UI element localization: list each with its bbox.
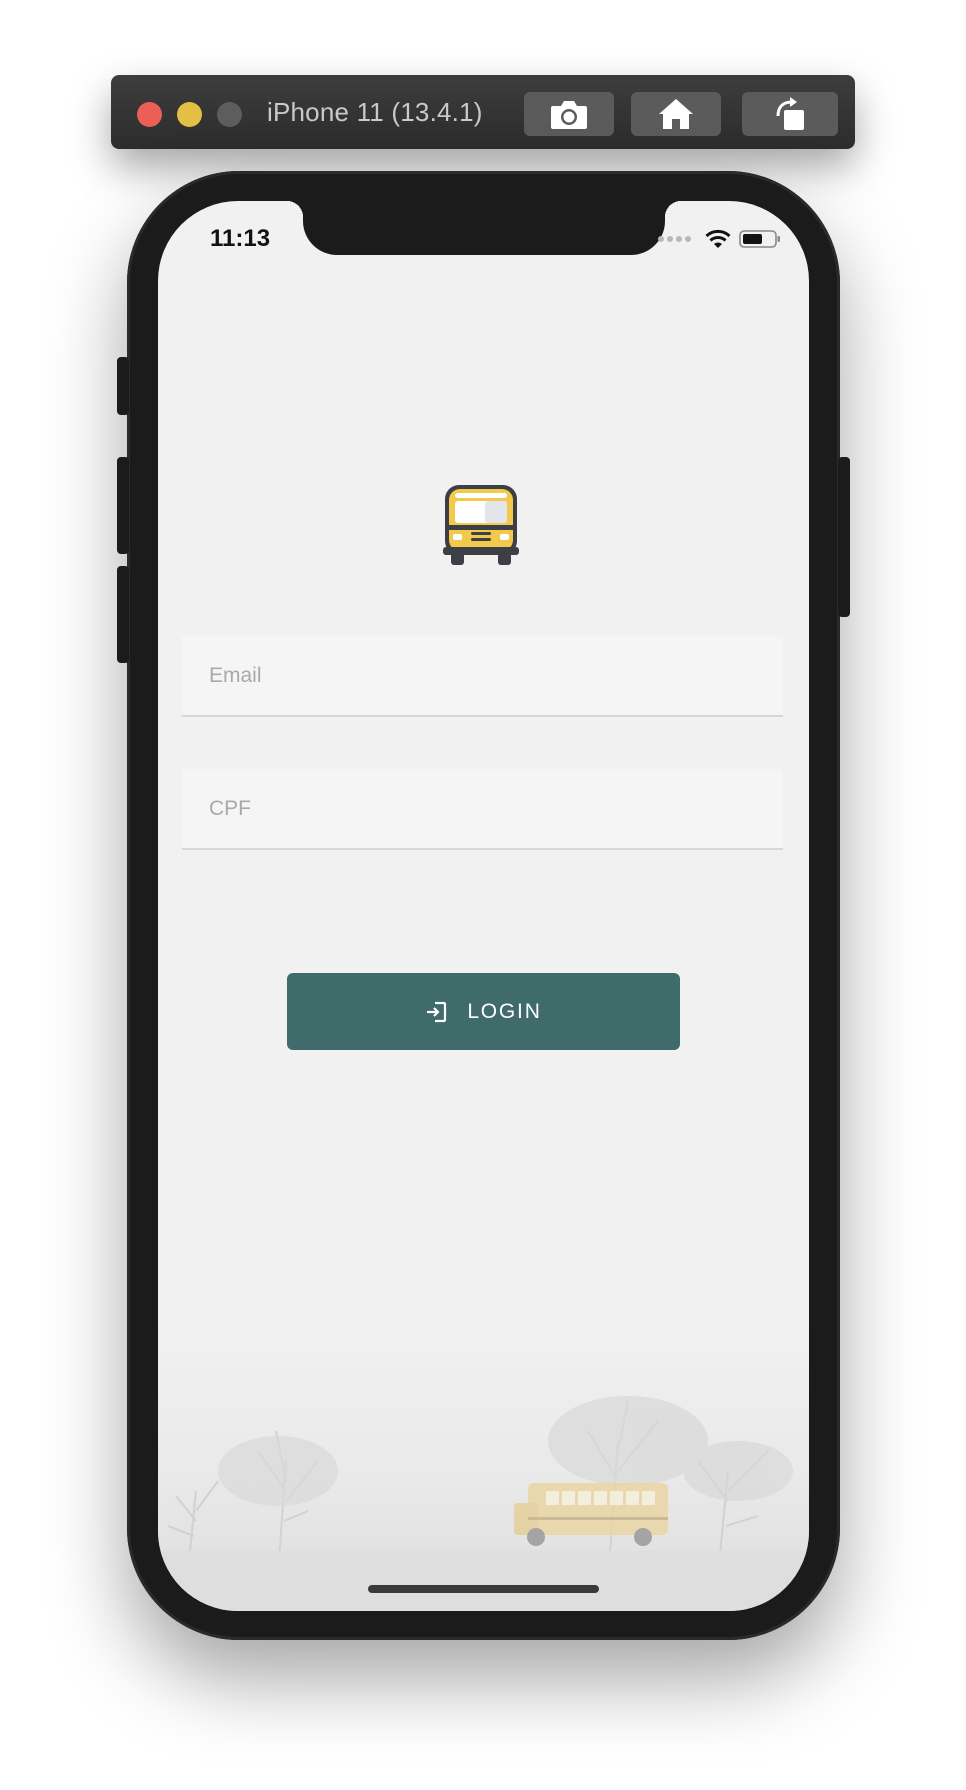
rotate-button[interactable] — [742, 92, 838, 136]
simulator-title-bar: iPhone 11 (13.4.1) — [111, 75, 855, 149]
foggy-landscape-background — [158, 1321, 809, 1611]
login-icon — [427, 1001, 447, 1022]
minimize-window-button[interactable] — [177, 102, 202, 127]
status-indicators — [658, 229, 781, 249]
mute-switch — [117, 357, 129, 415]
login-button[interactable]: LOGIN — [287, 973, 680, 1050]
volume-up-button — [117, 457, 129, 554]
home-indicator[interactable] — [368, 1585, 599, 1593]
school-bus-icon — [443, 485, 519, 565]
screenshot-button[interactable] — [524, 92, 614, 136]
device-notch — [287, 201, 681, 255]
zoom-window-button[interactable] — [217, 102, 242, 127]
close-window-button[interactable] — [137, 102, 162, 127]
login-button-label: LOGIN — [467, 999, 542, 1023]
power-button — [838, 457, 850, 617]
simulator-title: iPhone 11 (13.4.1) — [267, 97, 483, 127]
battery-icon — [739, 230, 780, 248]
app-screen: 11:13 Email CPF LOGIN — [158, 201, 809, 1611]
email-input[interactable] — [182, 636, 783, 715]
status-time: 11:13 — [210, 225, 271, 252]
volume-down-button — [117, 566, 129, 663]
home-button[interactable] — [631, 92, 721, 136]
cpf-input[interactable] — [182, 769, 783, 848]
camera-icon — [551, 101, 587, 129]
wifi-icon — [705, 229, 731, 248]
home-icon — [659, 99, 693, 129]
cellular-dots-icon — [658, 236, 691, 242]
cpf-field[interactable] — [182, 769, 783, 850]
email-field[interactable] — [182, 636, 783, 717]
rotate-icon — [776, 97, 804, 130]
